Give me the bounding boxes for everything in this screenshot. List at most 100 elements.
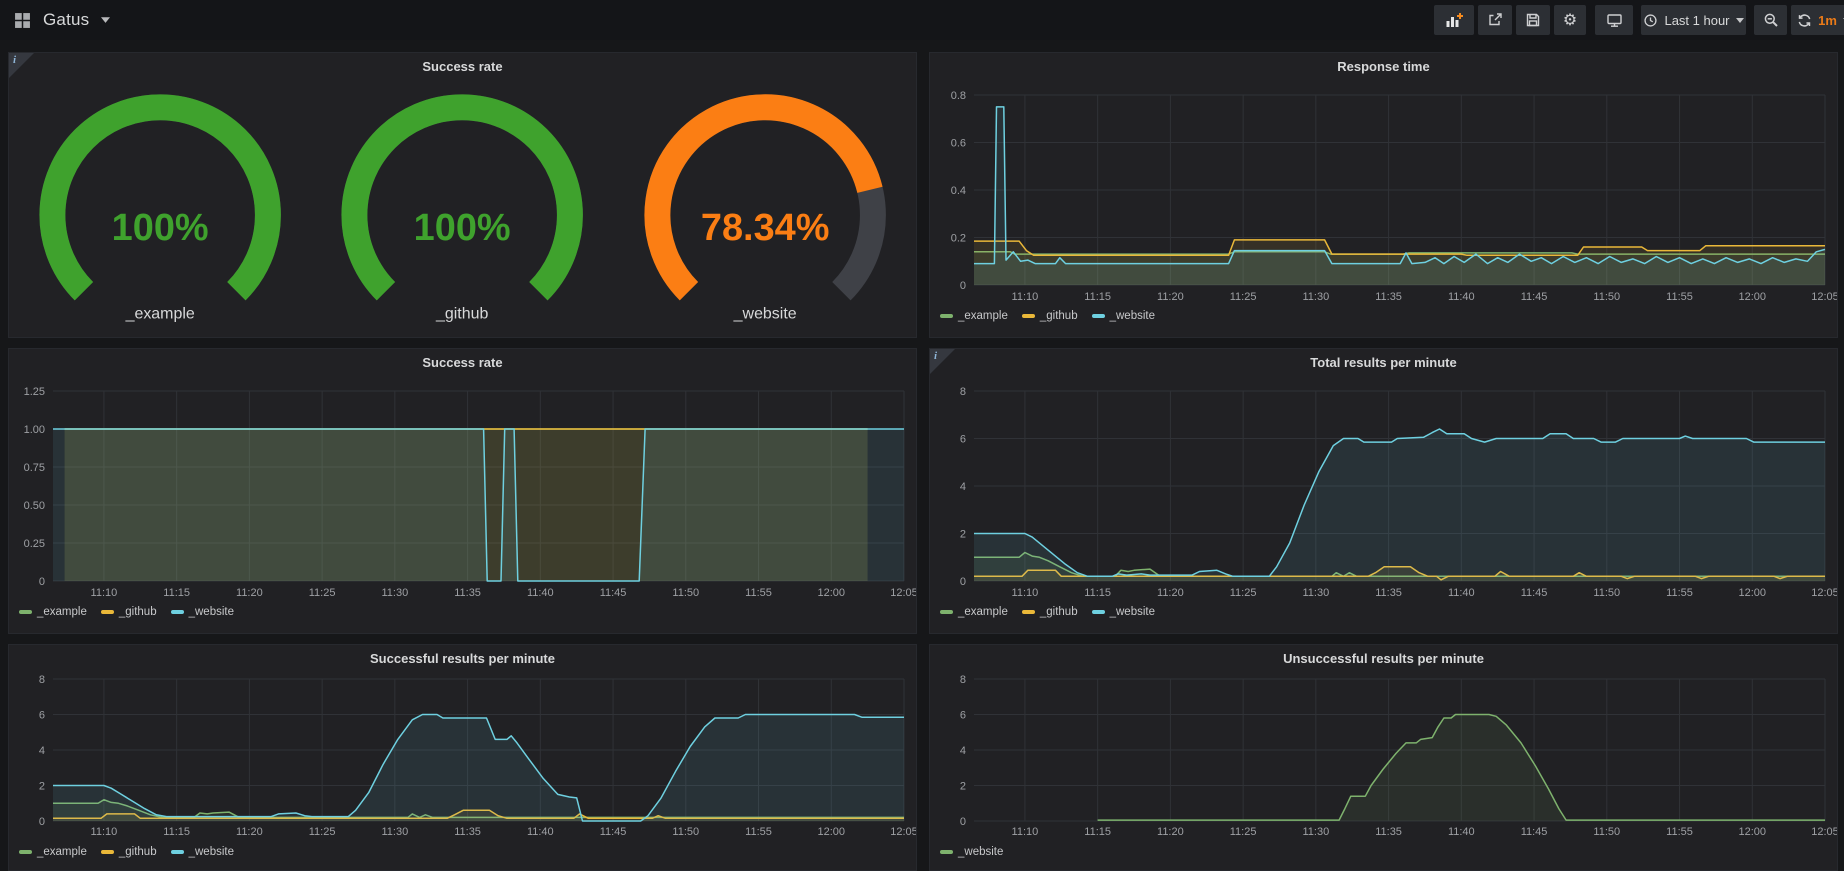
legend-label: _website [1110, 606, 1155, 618]
x-tick-label: 11:30 [1302, 291, 1329, 303]
x-tick-label: 11:40 [1448, 587, 1475, 599]
settings-button[interactable]: ⚙ [1554, 5, 1586, 35]
legend-item-_github[interactable]: _github [101, 606, 157, 618]
chart-canvas: 0246811:1011:1511:2011:2511:3011:3511:40… [930, 349, 1837, 633]
x-tick-label: 11:50 [672, 826, 699, 838]
panel-title[interactable]: Success rate [9, 59, 916, 74]
legend-swatch [1092, 610, 1105, 614]
add-panel-button[interactable] [1434, 5, 1474, 35]
apps-grid-icon[interactable] [14, 12, 31, 29]
chevron-down-icon[interactable] [101, 17, 110, 23]
legend: _example _github _website [940, 606, 1155, 618]
legend-swatch [1022, 610, 1035, 614]
legend-swatch [171, 610, 184, 614]
refresh-picker[interactable]: 1m [1791, 5, 1844, 35]
x-tick-label: 11:30 [381, 587, 408, 599]
x-tick-label: 11:10 [91, 587, 118, 599]
legend-label: _github [119, 606, 157, 618]
y-tick-label: 8 [960, 386, 966, 398]
dashboard-title[interactable]: Gatus [43, 10, 89, 30]
legend-swatch [19, 850, 32, 854]
gauge-value: 100% [112, 207, 209, 249]
clock-icon [1643, 13, 1658, 28]
y-tick-label: 0.4 [951, 185, 966, 197]
success-rate-chart[interactable]: 00.250.500.751.001.2511:1011:1511:2011:2… [9, 349, 916, 633]
x-tick-label: 11:40 [1448, 826, 1475, 838]
legend-item-_example[interactable]: _example [19, 606, 87, 618]
x-tick-label: 11:20 [236, 587, 263, 599]
legend-label: _github [1040, 310, 1078, 322]
y-tick-label: 0 [960, 280, 966, 292]
y-tick-label: 1.00 [24, 424, 45, 436]
x-tick-label: 12:05 [1811, 587, 1837, 599]
chart-canvas: 0246811:1011:1511:2011:2511:3011:3511:40… [9, 645, 916, 870]
legend: _example _github _website [19, 846, 234, 858]
monitor-icon [1606, 12, 1623, 28]
unsuccessful-results-chart[interactable]: 0246811:1011:1511:2011:2511:3011:3511:40… [930, 645, 1837, 870]
legend-label: _website [1110, 310, 1155, 322]
y-tick-label: 2 [960, 529, 966, 541]
y-tick-label: 8 [39, 674, 45, 686]
legend: _example _github _website [940, 310, 1155, 322]
x-tick-label: 11:15 [1084, 587, 1111, 599]
legend-swatch [940, 314, 953, 318]
gauge-value: 78.34% [701, 207, 830, 249]
series-area [53, 715, 904, 822]
legend-item-_example[interactable]: _example [940, 310, 1008, 322]
x-tick-label: 11:40 [527, 587, 554, 599]
chevron-down-icon [1736, 18, 1744, 23]
x-tick-label: 11:35 [454, 587, 481, 599]
share-button[interactable] [1478, 5, 1512, 35]
legend-item-_website[interactable]: _website [940, 846, 1003, 858]
apps-grid-icon-svg [14, 12, 31, 29]
x-tick-label: 12:00 [1738, 291, 1766, 303]
y-tick-label: 0 [39, 576, 45, 588]
gauge-value: 100% [414, 207, 511, 249]
legend-item-_example[interactable]: _example [19, 846, 87, 858]
panel-total-results: i Total results per minute 0246811:1011:… [929, 348, 1838, 634]
x-tick-label: 11:20 [1157, 291, 1184, 303]
y-tick-label: 0 [960, 576, 966, 588]
panel-success-rate-graph: Success rate 00.250.500.751.001.2511:101… [8, 348, 917, 634]
zoom-out-button[interactable] [1754, 5, 1787, 35]
x-tick-label: 11:35 [454, 826, 481, 838]
legend-item-_github[interactable]: _github [101, 846, 157, 858]
panel-response-time: Response time 00.20.40.60.811:1011:1511:… [929, 52, 1838, 338]
legend-item-_website[interactable]: _website [171, 846, 234, 858]
legend-item-_website[interactable]: _website [1092, 310, 1155, 322]
x-tick-label: 11:25 [1230, 587, 1257, 599]
gauge-value-arc [52, 107, 268, 291]
x-tick-label: 11:10 [1012, 826, 1039, 838]
gauge-value-arc [657, 107, 870, 291]
legend-item-_github[interactable]: _github [1022, 310, 1078, 322]
navbar: Gatus ⚙ Last 1 hour [0, 0, 1844, 40]
legend-item-_github[interactable]: _github [1022, 606, 1078, 618]
legend-label: _example [37, 846, 87, 858]
total-results-chart[interactable]: 0246811:1011:1511:2011:2511:3011:3511:40… [930, 349, 1837, 633]
time-range-picker[interactable]: Last 1 hour [1641, 5, 1746, 35]
save-button[interactable] [1516, 5, 1550, 35]
gear-icon: ⚙ [1563, 12, 1577, 28]
y-tick-label: 0.8 [951, 90, 966, 102]
legend: _example _github _website [19, 606, 234, 618]
legend-item-_website[interactable]: _website [1092, 606, 1155, 618]
response-time-chart[interactable]: 00.20.40.60.811:1011:1511:2011:2511:3011… [930, 53, 1837, 337]
legend-label: _github [1040, 606, 1078, 618]
legend-item-_website[interactable]: _website [171, 606, 234, 618]
gauge-_github: 100%_github [311, 89, 613, 323]
legend-item-_example[interactable]: _example [940, 606, 1008, 618]
x-tick-label: 12:00 [817, 826, 845, 838]
x-tick-label: 11:10 [1012, 291, 1039, 303]
x-tick-label: 11:30 [1302, 826, 1329, 838]
x-tick-label: 11:45 [600, 587, 627, 599]
legend-label: _website [189, 606, 234, 618]
panel-unsuccessful-results: Unsuccessful results per minute 0246811:… [929, 644, 1838, 871]
successful-results-chart[interactable]: 0246811:1011:1511:2011:2511:3011:3511:40… [9, 645, 916, 870]
y-tick-label: 4 [960, 481, 966, 493]
y-tick-label: 6 [39, 710, 45, 722]
legend-label: _example [958, 310, 1008, 322]
x-tick-label: 11:20 [1157, 826, 1184, 838]
legend-label: _example [958, 606, 1008, 618]
x-tick-label: 11:50 [1593, 826, 1620, 838]
tv-mode-button[interactable] [1595, 5, 1633, 35]
